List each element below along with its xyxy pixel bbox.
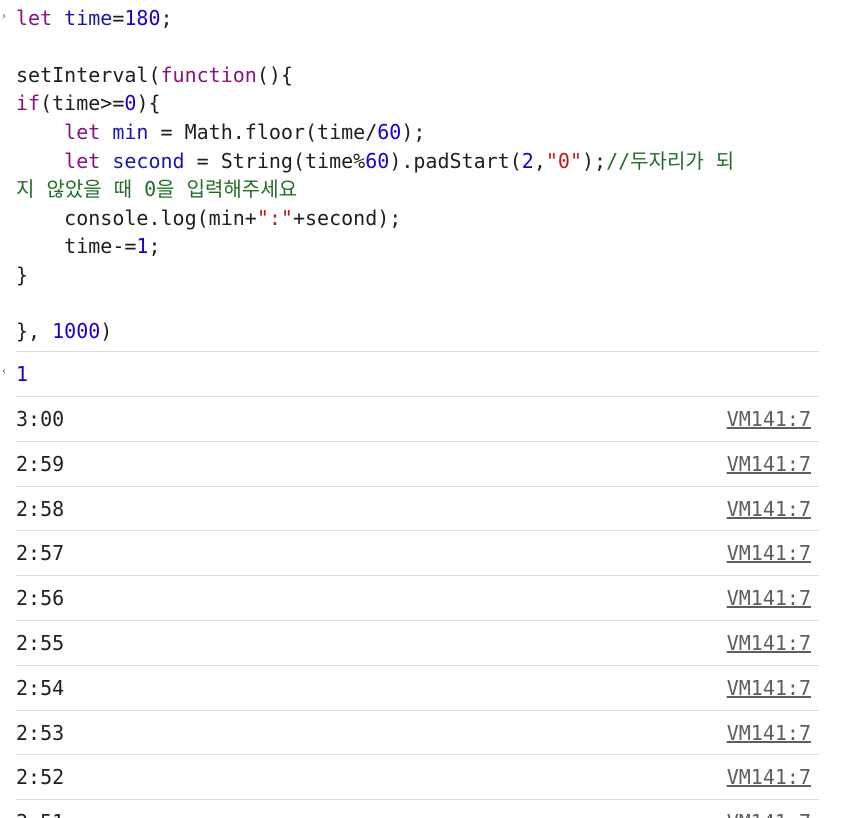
- log-source-link[interactable]: VM141:7: [727, 450, 811, 478]
- code-line-9: time-=1;: [64, 234, 161, 258]
- code-line-5: let min = Math.floor(time/60);: [64, 120, 426, 144]
- log-message: 2:59: [16, 452, 65, 476]
- devtools-console: › let time=180; setInterval(function(){ …: [0, 0, 846, 818]
- log-source-link[interactable]: VM141:7: [727, 763, 811, 791]
- log-message: 2:56: [16, 586, 65, 610]
- log-message: 2:57: [16, 541, 65, 565]
- log-source-link[interactable]: VM141:7: [727, 629, 811, 657]
- log-row: 2:57 VM141:7: [16, 530, 819, 575]
- log-message: 2:54: [16, 676, 65, 700]
- log-source-link[interactable]: VM141:7: [727, 674, 811, 702]
- result-value: 1: [16, 362, 29, 386]
- log-message: 2:52: [16, 765, 65, 789]
- code-line-1: let time=180;: [16, 6, 173, 30]
- input-chevron-icon: ›: [1, 11, 8, 22]
- code-line-8: console.log(min+":"+second);: [64, 206, 402, 230]
- code-line-4: if(time>=0){: [16, 91, 161, 115]
- log-message: 2:58: [16, 497, 65, 521]
- code-line-7: 지 않았을 때 0을 입력해주세요: [16, 177, 298, 201]
- log-row: 2:56 VM141:7: [16, 575, 819, 620]
- code-line-6: let second = String(time%60).padStart(2,…: [64, 149, 735, 173]
- code-line-10: }: [16, 263, 29, 287]
- code-line-12: }, 1000): [16, 319, 113, 343]
- log-source-link[interactable]: VM141:7: [727, 539, 811, 567]
- log-row: 3:00 VM141:7: [16, 396, 819, 441]
- log-row: 2:53 VM141:7: [16, 710, 819, 755]
- code-line-3: setInterval(function(){: [16, 63, 293, 87]
- log-row: 2:51 VM141:7: [16, 799, 819, 818]
- log-source-link[interactable]: VM141:7: [727, 719, 811, 747]
- log-source-link[interactable]: VM141:7: [727, 495, 811, 523]
- log-row: 2:59 VM141:7: [16, 441, 819, 486]
- log-row: 2:54 VM141:7: [16, 665, 819, 710]
- console-result-row: ‹ 1: [1, 351, 819, 396]
- log-message: 2:55: [16, 631, 65, 655]
- log-row: 2:55 VM141:7: [16, 620, 819, 665]
- result-chevron-icon: ‹: [1, 366, 8, 377]
- log-row: 2:58 VM141:7: [16, 486, 819, 531]
- log-message: 3:00: [16, 407, 65, 431]
- log-source-link[interactable]: VM141:7: [727, 405, 811, 433]
- log-row: 2:52 VM141:7: [16, 754, 819, 799]
- log-message: 2:53: [16, 721, 65, 745]
- log-source-link[interactable]: VM141:7: [727, 584, 811, 612]
